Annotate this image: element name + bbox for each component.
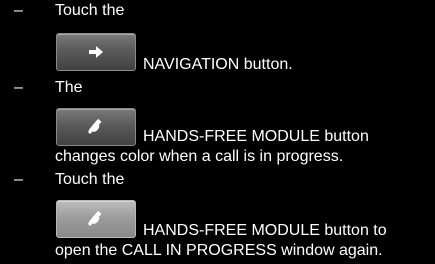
instruction-2-intro: The: [55, 79, 83, 96]
hands-free-module-button[interactable]: [56, 108, 136, 146]
instruction-2-continuation: changes color when a call is in progress…: [55, 148, 344, 165]
bullet-dash-1: –: [14, 2, 23, 19]
instruction-1-after-button: NAVIGATION button.: [143, 56, 293, 73]
hands-free-module-button-active[interactable]: [56, 200, 136, 238]
bullet-dash-2: –: [14, 79, 23, 96]
instruction-1-intro: Touch the: [55, 2, 125, 19]
instruction-3-continuation: open the CALL IN PROGRESS window again.: [55, 242, 383, 259]
arrow-right-icon: [89, 46, 103, 58]
navigation-button[interactable]: [56, 33, 136, 71]
phone-handset-icon: [88, 119, 102, 134]
bullet-dash-3: –: [14, 171, 23, 188]
instruction-document: – Touch the NAVIGATION button. – The HAN…: [0, 0, 435, 264]
instruction-3-after-button: HANDS-FREE MODULE button to: [143, 222, 387, 239]
phone-handset-icon: [88, 211, 102, 226]
instruction-3-intro: Touch the: [55, 171, 125, 188]
instruction-2-after-button: HANDS-FREE MODULE button: [143, 128, 369, 145]
